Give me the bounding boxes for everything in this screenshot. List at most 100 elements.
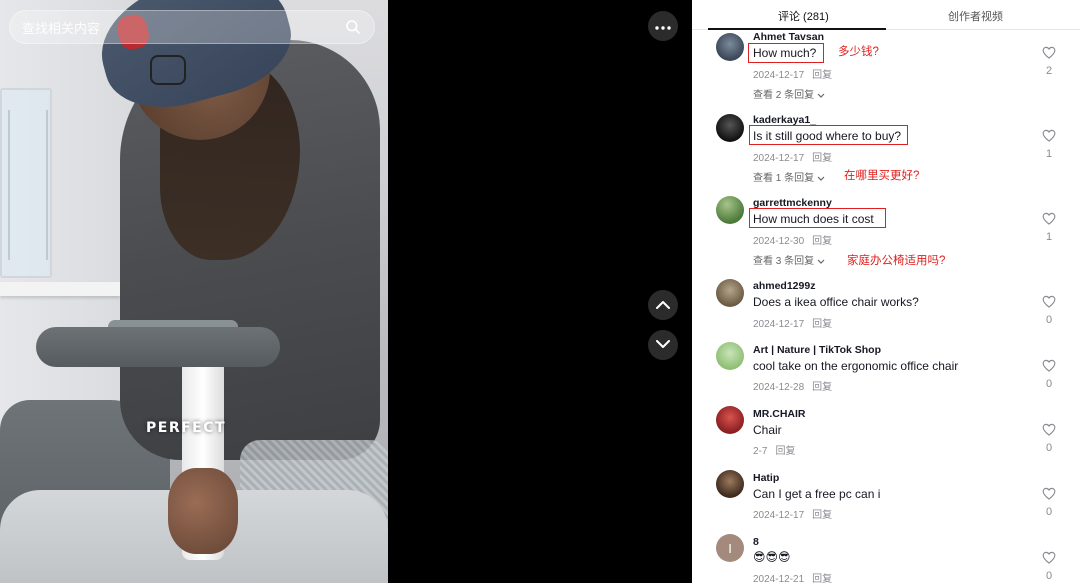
comment-username[interactable]: Ahmet Tavsan	[753, 31, 824, 43]
highlight-box	[749, 125, 908, 145]
comment-date: 2024-12-17	[753, 510, 805, 521]
like-count: 2	[1045, 65, 1053, 77]
chevron-down-icon	[817, 259, 825, 264]
highlight-box	[749, 208, 886, 228]
comment-meta: 2024-12-17 回复	[753, 66, 832, 81]
reply-button[interactable]: 回复	[812, 70, 832, 81]
heart-icon	[1042, 129, 1056, 142]
annotation-label: 多少钱?	[838, 46, 879, 58]
avatar[interactable]	[716, 279, 744, 307]
more-icon	[655, 17, 671, 35]
like-count: 1	[1045, 148, 1053, 160]
tab-comments[interactable]: 评论 (281)	[778, 8, 829, 24]
comment-meta: 2024-12-28 回复	[753, 378, 832, 393]
video-shelf	[0, 88, 52, 278]
previous-video-button[interactable]	[648, 290, 678, 320]
like-button[interactable]	[1039, 551, 1059, 569]
chevron-down-icon	[817, 176, 825, 181]
comment-username[interactable]: Hatip	[753, 472, 779, 484]
heart-icon	[1042, 551, 1056, 564]
comment-username[interactable]: 8	[753, 536, 759, 548]
view-replies-button[interactable]: 查看 3 条回复	[753, 252, 825, 267]
comment-text: cool take on the ergonomic office chair	[753, 359, 959, 373]
reply-button[interactable]: 回复	[812, 236, 832, 247]
video-desk	[0, 282, 120, 296]
reply-button[interactable]: 回复	[812, 153, 832, 164]
comment-date: 2024-12-28	[753, 382, 805, 393]
video-glasses	[150, 55, 186, 85]
comment-username[interactable]: ahmed1299z	[753, 280, 815, 292]
heart-icon	[1042, 423, 1056, 436]
video-hand	[168, 468, 238, 554]
like-button[interactable]	[1039, 46, 1059, 64]
video-player[interactable]: PERFECT 查找相关内容	[0, 0, 388, 583]
annotation-label: 在哪里买更好?	[844, 170, 920, 182]
comment-date: 2024-12-17	[753, 70, 805, 81]
avatar[interactable]	[716, 406, 744, 434]
panel-tabs: 评论 (281) 创作者视频	[692, 0, 1080, 30]
video-stage	[388, 0, 692, 583]
heart-icon	[1042, 212, 1056, 225]
avatar[interactable]	[716, 33, 744, 61]
video-caption: PERFECT	[146, 420, 227, 436]
like-count: 0	[1045, 378, 1053, 390]
view-replies-button[interactable]: 查看 1 条回复	[753, 169, 825, 184]
like-count: 0	[1045, 442, 1053, 454]
search-icon[interactable]	[344, 18, 362, 36]
chevron-up-icon	[656, 296, 670, 314]
heart-icon	[1042, 295, 1056, 308]
comment-meta: 2-7 回复	[753, 442, 795, 457]
search-bar[interactable]: 查找相关内容	[9, 10, 375, 44]
avatar[interactable]	[716, 114, 744, 142]
more-options-button[interactable]	[648, 11, 678, 41]
comment-text: Does a ikea office chair works?	[753, 295, 919, 309]
view-replies-button[interactable]: 查看 2 条回复	[753, 86, 825, 101]
view-replies-label: 查看 2 条回复	[753, 90, 815, 101]
comment-meta: 2024-12-30 回复	[753, 232, 832, 247]
comment-username[interactable]: MR.CHAIR	[753, 408, 806, 420]
chevron-down-icon	[656, 336, 670, 354]
tab-creator-videos[interactable]: 创作者视频	[948, 8, 1003, 24]
heart-icon	[1042, 487, 1056, 500]
comment-text: Can I get a free pc can i	[753, 487, 881, 501]
like-button[interactable]	[1039, 129, 1059, 147]
avatar[interactable]	[716, 196, 744, 224]
comment-date: 2024-12-17	[753, 319, 805, 330]
view-replies-label: 查看 1 条回复	[753, 173, 815, 184]
chevron-down-icon	[817, 93, 825, 98]
comment-meta: 2024-12-21 回复	[753, 570, 832, 583]
like-button[interactable]	[1039, 423, 1059, 441]
reply-button[interactable]: 回复	[812, 319, 832, 330]
reply-button[interactable]: 回复	[775, 446, 795, 457]
heart-icon	[1042, 359, 1056, 372]
reply-button[interactable]: 回复	[812, 510, 832, 521]
highlight-box	[748, 43, 824, 63]
reply-button[interactable]: 回复	[812, 574, 832, 583]
comment-text: Chair	[753, 423, 782, 437]
comment-date: 2024-12-21	[753, 574, 805, 583]
like-button[interactable]	[1039, 359, 1059, 377]
comment-date: 2-7	[753, 446, 768, 457]
like-count: 0	[1045, 506, 1053, 518]
comments-panel: 评论 (281) 创作者视频 Ahmet Tavsan How much? 多少…	[692, 0, 1080, 583]
avatar[interactable]	[716, 342, 744, 370]
search-input[interactable]: 查找相关内容	[22, 18, 344, 37]
like-count: 0	[1045, 570, 1053, 582]
next-video-button[interactable]	[648, 330, 678, 360]
comment-username[interactable]: Art | Nature | TikTok Shop	[753, 344, 881, 356]
active-tab-indicator	[708, 28, 886, 30]
like-button[interactable]	[1039, 295, 1059, 313]
like-button[interactable]	[1039, 212, 1059, 230]
comment-date: 2024-12-17	[753, 153, 805, 164]
comment-date: 2024-12-30	[753, 236, 805, 247]
comment-text: 😎😎😎	[753, 550, 791, 564]
comment-meta: 2024-12-17 回复	[753, 149, 832, 164]
like-count: 1	[1045, 231, 1053, 243]
view-replies-label: 查看 3 条回复	[753, 256, 815, 267]
avatar[interactable]	[716, 470, 744, 498]
reply-button[interactable]: 回复	[812, 382, 832, 393]
avatar[interactable]: I	[716, 534, 744, 562]
annotation-label: 家庭办公椅适用吗?	[847, 255, 946, 267]
like-button[interactable]	[1039, 487, 1059, 505]
comment-meta: 2024-12-17 回复	[753, 506, 832, 521]
